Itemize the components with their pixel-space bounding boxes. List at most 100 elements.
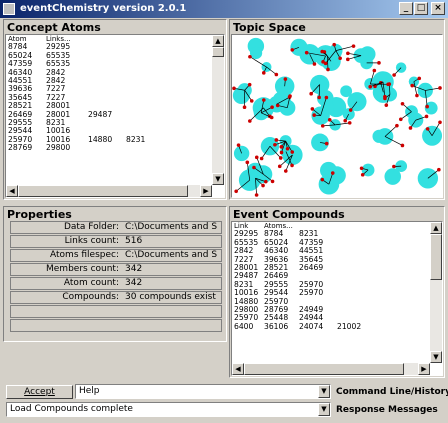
topic-atom[interactable] bbox=[275, 103, 280, 108]
scroll-up-icon[interactable]: ▲ bbox=[212, 35, 224, 47]
scroll-up-icon[interactable]: ▲ bbox=[430, 222, 442, 234]
atoms-horizontal-scrollbar[interactable]: ◀ ▶ bbox=[6, 185, 212, 197]
title-bar[interactable]: eventChemistry version 2.0.1 _ □ × bbox=[0, 0, 448, 18]
topic-atom[interactable] bbox=[261, 71, 266, 75]
property-row[interactable]: Compounds: 30 compounds exist bbox=[10, 291, 222, 304]
topic-node[interactable] bbox=[282, 144, 303, 166]
topic-atom[interactable] bbox=[408, 126, 413, 130]
topic-atom[interactable] bbox=[384, 103, 389, 107]
topic-atom[interactable] bbox=[320, 124, 325, 128]
topic-atom[interactable] bbox=[279, 150, 284, 155]
topic-atom[interactable] bbox=[290, 150, 295, 154]
topic-atom[interactable] bbox=[269, 115, 274, 120]
topic-atom[interactable] bbox=[270, 179, 275, 184]
topic-atom[interactable] bbox=[425, 104, 429, 109]
scroll-thumb[interactable] bbox=[212, 47, 224, 57]
topic-atom[interactable] bbox=[377, 61, 381, 65]
topic-atom[interactable] bbox=[236, 143, 241, 147]
topic-atom[interactable] bbox=[270, 105, 274, 109]
topic-atom[interactable] bbox=[245, 160, 250, 165]
topic-atom[interactable] bbox=[348, 108, 353, 112]
topic-atom[interactable] bbox=[417, 76, 422, 81]
property-row[interactable] bbox=[10, 305, 222, 318]
topic-atom[interactable] bbox=[392, 73, 396, 77]
topic-atom[interactable] bbox=[247, 82, 252, 87]
topic-atom[interactable] bbox=[312, 113, 316, 117]
topic-atom[interactable] bbox=[304, 50, 309, 55]
close-button[interactable]: × bbox=[431, 2, 445, 15]
topic-atom[interactable] bbox=[248, 54, 252, 59]
topic-atom[interactable] bbox=[330, 171, 335, 175]
topic-atom[interactable] bbox=[309, 91, 313, 96]
topic-atom[interactable] bbox=[332, 42, 336, 47]
topic-atom[interactable] bbox=[249, 99, 254, 103]
property-row[interactable]: Data Folder: C:\Documents and S bbox=[10, 221, 222, 234]
topic-atom[interactable] bbox=[438, 120, 442, 125]
chevron-down-icon[interactable]: ▼ bbox=[318, 385, 330, 398]
topic-atom[interactable] bbox=[290, 48, 295, 52]
topic-atom[interactable] bbox=[383, 94, 387, 99]
topic-atom[interactable] bbox=[338, 56, 342, 61]
compounds-horizontal-scrollbar[interactable]: ◀ ▶ bbox=[232, 363, 430, 375]
table-row[interactable]: 6400 36106 24074 21002 bbox=[232, 322, 371, 331]
topic-atom[interactable] bbox=[242, 105, 247, 109]
topic-atom[interactable] bbox=[323, 61, 328, 66]
scroll-thumb[interactable] bbox=[430, 234, 442, 280]
topic-atom[interactable] bbox=[320, 177, 325, 182]
property-row[interactable] bbox=[10, 319, 222, 332]
topic-atom[interactable] bbox=[392, 164, 396, 169]
property-row[interactable]: Members count: 342 bbox=[10, 263, 222, 276]
topic-atom[interactable] bbox=[415, 93, 419, 98]
topic-atom[interactable] bbox=[324, 95, 329, 100]
topic-atom[interactable] bbox=[273, 142, 277, 147]
atoms-vertical-scrollbar[interactable]: ▲ ▼ bbox=[212, 35, 224, 185]
topic-atom[interactable] bbox=[346, 51, 350, 56]
topic-atom[interactable] bbox=[395, 123, 399, 128]
topic-atom[interactable] bbox=[343, 118, 348, 123]
topic-atom[interactable] bbox=[425, 127, 430, 131]
concept-atoms-list[interactable]: Atom Links... 8784 29295 65024 65535 47359 65… bbox=[5, 34, 225, 198]
topic-atom[interactable] bbox=[368, 84, 372, 89]
response-messages-box[interactable]: Load Compounds complete ▼ bbox=[6, 402, 331, 417]
scroll-down-icon[interactable]: ▼ bbox=[430, 351, 442, 363]
topic-atom[interactable] bbox=[277, 164, 282, 169]
topic-atom[interactable] bbox=[264, 179, 268, 184]
topic-atom[interactable] bbox=[424, 114, 429, 119]
scroll-right-icon[interactable]: ▶ bbox=[200, 185, 212, 197]
topic-node[interactable] bbox=[372, 129, 386, 143]
topic-atom[interactable] bbox=[254, 155, 259, 160]
topic-atom[interactable] bbox=[252, 165, 256, 170]
chevron-down-icon[interactable]: ▼ bbox=[318, 403, 330, 416]
topic-atom[interactable] bbox=[274, 138, 279, 142]
topic-atom[interactable] bbox=[283, 169, 288, 173]
event-compounds-list[interactable]: Link Atoms... 29295 8784 8231 65535 65024 473… bbox=[231, 221, 443, 376]
topic-atom[interactable] bbox=[326, 67, 330, 72]
topic-atom[interactable] bbox=[360, 172, 365, 177]
topic-atom[interactable] bbox=[400, 143, 405, 148]
topic-atom[interactable] bbox=[346, 57, 350, 62]
topic-atom[interactable] bbox=[410, 83, 415, 88]
scroll-thumb[interactable] bbox=[244, 363, 404, 375]
minimize-button[interactable]: _ bbox=[399, 2, 413, 15]
topic-atom[interactable] bbox=[372, 68, 377, 73]
topic-atom[interactable] bbox=[279, 145, 284, 149]
topic-atom[interactable] bbox=[288, 94, 292, 98]
topic-atom[interactable] bbox=[278, 156, 283, 160]
topic-atom[interactable] bbox=[320, 49, 325, 54]
property-row[interactable]: Atom count: 342 bbox=[10, 277, 222, 290]
property-row[interactable]: Links count: 516 bbox=[10, 235, 222, 248]
topic-atom[interactable] bbox=[324, 141, 329, 146]
topic-atom[interactable] bbox=[261, 183, 265, 188]
scroll-down-icon[interactable]: ▼ bbox=[212, 173, 224, 185]
scroll-right-icon[interactable]: ▶ bbox=[418, 363, 430, 375]
command-line-input[interactable]: Help ▼ bbox=[75, 384, 331, 399]
topic-node[interactable] bbox=[249, 46, 263, 60]
topic-atom[interactable] bbox=[400, 101, 405, 106]
topic-atom[interactable] bbox=[312, 62, 317, 66]
scroll-thumb[interactable] bbox=[18, 185, 188, 197]
topic-atom[interactable] bbox=[317, 95, 321, 100]
topic-node[interactable] bbox=[384, 168, 402, 185]
topic-atom[interactable] bbox=[437, 167, 441, 172]
topic-atom[interactable] bbox=[285, 146, 290, 151]
topic-atom[interactable] bbox=[386, 82, 390, 87]
